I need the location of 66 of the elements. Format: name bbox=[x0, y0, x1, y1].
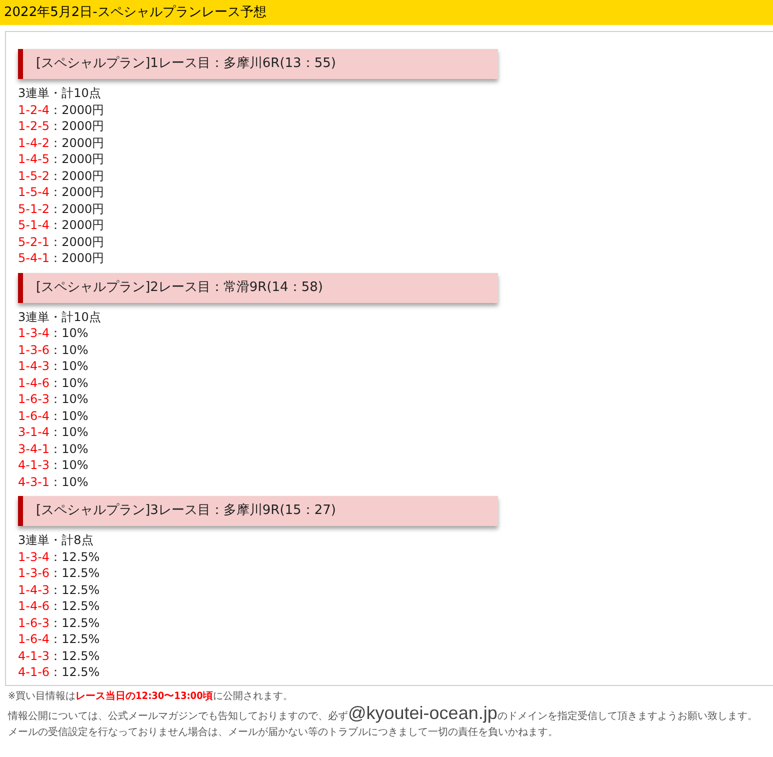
bet-amount: ：10% bbox=[50, 457, 88, 474]
bet-amount: ：10% bbox=[50, 342, 88, 358]
section-heading: [スペシャルプラン]3レース目：多摩川9R(15：27) bbox=[18, 496, 498, 526]
bet-combination: 5-1-2 bbox=[18, 200, 50, 217]
bet-combination: 1-4-6 bbox=[18, 598, 50, 614]
bet-combination: 1-2-4 bbox=[18, 102, 50, 118]
bet-amount: ：12.5% bbox=[50, 565, 100, 582]
bet-combination: 1-4-3 bbox=[18, 358, 50, 374]
bet-combination: 4-3-1 bbox=[18, 474, 50, 490]
bet-amount: ：2000円 bbox=[50, 151, 104, 168]
bet-combination: 3-1-4 bbox=[18, 424, 50, 440]
bet-amount: ：2000円 bbox=[50, 250, 104, 266]
bet-combination: 1-4-2 bbox=[18, 134, 50, 151]
bet-amount: ：12.5% bbox=[50, 664, 100, 680]
domain-instruction-text: 情報公開については、公式メールマガジンでも告知しておりますので、必ず@kyoutei-ocean.jpのドメインを指定受信して頂きますようお願い致します。 bbox=[8, 704, 758, 725]
bet-combination: 1-5-4 bbox=[18, 184, 50, 200]
bet-amount: ：10% bbox=[50, 358, 88, 374]
bet-combination: 5-4-1 bbox=[18, 250, 50, 266]
bet-amount: ：10% bbox=[50, 391, 88, 408]
bet-amount: ：10% bbox=[50, 374, 88, 391]
bet-amount: ：10% bbox=[50, 440, 88, 457]
bet-amount: ：10% bbox=[50, 474, 88, 490]
bet-combination: 1-4-5 bbox=[18, 151, 50, 168]
bet-amount: ：12.5% bbox=[50, 598, 100, 614]
bet-amount: ：10% bbox=[50, 408, 88, 424]
page-title-bar: 2022年5月2日-スペシャルプランレース予想 bbox=[0, 0, 773, 25]
bet-amount: ：10% bbox=[50, 325, 88, 342]
bet-combination: 1-2-5 bbox=[18, 118, 50, 134]
bet-combination: 1-5-2 bbox=[18, 168, 50, 184]
bet-amount: ：2000円 bbox=[50, 234, 104, 250]
bet-amount: ：12.5% bbox=[50, 582, 100, 598]
bet-amount: ：2000円 bbox=[50, 184, 104, 200]
bet-combination: 5-2-1 bbox=[18, 234, 50, 250]
bet-combination: 4-1-3 bbox=[18, 457, 50, 474]
bet-amount: ：2000円 bbox=[50, 200, 104, 217]
bet-combination: 1-4-6 bbox=[18, 374, 50, 391]
bet-amount: ：2000円 bbox=[50, 118, 104, 134]
bet-combination: 1-6-4 bbox=[18, 408, 50, 424]
bet-amount: ：12.5% bbox=[50, 648, 100, 664]
bet-amount: ：12.5% bbox=[50, 614, 100, 631]
bet-combination: 4-1-6 bbox=[18, 664, 50, 680]
bet-combination: 1-3-6 bbox=[18, 565, 50, 582]
bet-amount: ：2000円 bbox=[50, 102, 104, 118]
bet-amount: ：2000円 bbox=[50, 134, 104, 151]
section-heading: [スペシャルプラン]1レース目：多摩川6R(13：55) bbox=[18, 49, 498, 79]
bet-combination: 1-6-3 bbox=[18, 614, 50, 631]
bet-combination: 5-1-4 bbox=[18, 217, 50, 234]
bet-amount: ：10% bbox=[50, 424, 88, 440]
bet-combination: 1-4-3 bbox=[18, 582, 50, 598]
bet-combination: 1-3-4 bbox=[18, 325, 50, 342]
bet-amount: ：12.5% bbox=[50, 631, 100, 648]
bet-combination: 4-1-3 bbox=[18, 648, 50, 664]
bet-summary: 3連単・計8点 bbox=[18, 532, 94, 548]
bet-amount: ：12.5% bbox=[50, 548, 100, 565]
disclaimer-text: メールの受信設定を行なっておりません場合は、メールが届かない等のトラブルにつきまして一切の責任を負いかねます。 bbox=[8, 726, 558, 740]
bet-combination: 1-3-6 bbox=[18, 342, 50, 358]
bet-combination: 1-6-3 bbox=[18, 391, 50, 408]
bet-combination: 3-4-1 bbox=[18, 440, 50, 457]
notice-text: ※買い目情報はレース当日の12:30〜13:00頃に公開されます。 bbox=[8, 690, 293, 704]
section-heading: [スペシャルプラン]2レース目：常滑9R(14：58) bbox=[18, 272, 498, 302]
bet-summary: 3連単・計10点 bbox=[18, 308, 101, 325]
bet-combination: 1-3-4 bbox=[18, 548, 50, 565]
bet-amount: ：2000円 bbox=[50, 217, 104, 234]
bet-amount: ：2000円 bbox=[50, 168, 104, 184]
bet-combination: 1-6-4 bbox=[18, 631, 50, 648]
bet-summary: 3連単・計10点 bbox=[18, 85, 101, 102]
